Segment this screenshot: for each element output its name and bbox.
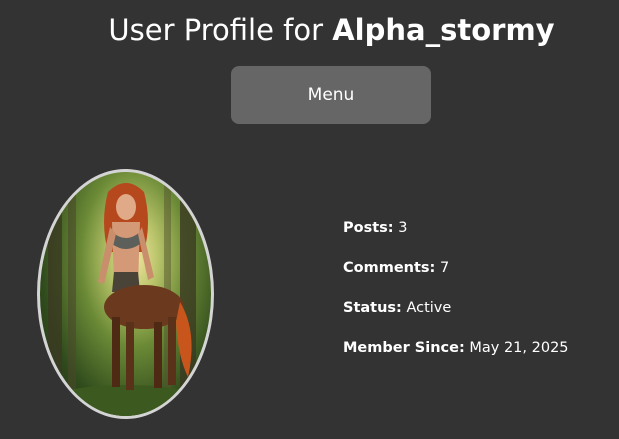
stat-value: Active: [406, 300, 452, 316]
stat-status: Status: Active: [343, 296, 569, 336]
stat-label: Comments:: [343, 260, 436, 276]
stat-label: Status:: [343, 300, 402, 316]
stat-value: 7: [439, 260, 450, 276]
stat-posts: Posts: 3: [343, 216, 569, 256]
title-prefix: User Profile for: [108, 13, 333, 47]
stat-comments: Comments: 7: [343, 256, 569, 296]
profile-page: User Profile for Alpha_stormy Menu Posts…: [0, 0, 619, 439]
profile-stats: Posts: 3 Comments: 7 Status: Active Memb…: [343, 216, 569, 376]
menu-button[interactable]: Menu: [231, 66, 431, 124]
stat-label: Posts:: [343, 220, 394, 236]
stat-member-since: Member Since: May 21, 2025: [343, 336, 569, 376]
stat-value: 3: [398, 220, 408, 236]
centaur-portrait-image: [40, 172, 211, 416]
username: Alpha_stormy: [332, 13, 555, 47]
avatar: [37, 169, 214, 419]
stat-label: Member Since:: [343, 340, 465, 356]
page-title: User Profile for Alpha_stormy: [0, 10, 619, 50]
stat-value: May 21, 2025: [469, 340, 569, 356]
